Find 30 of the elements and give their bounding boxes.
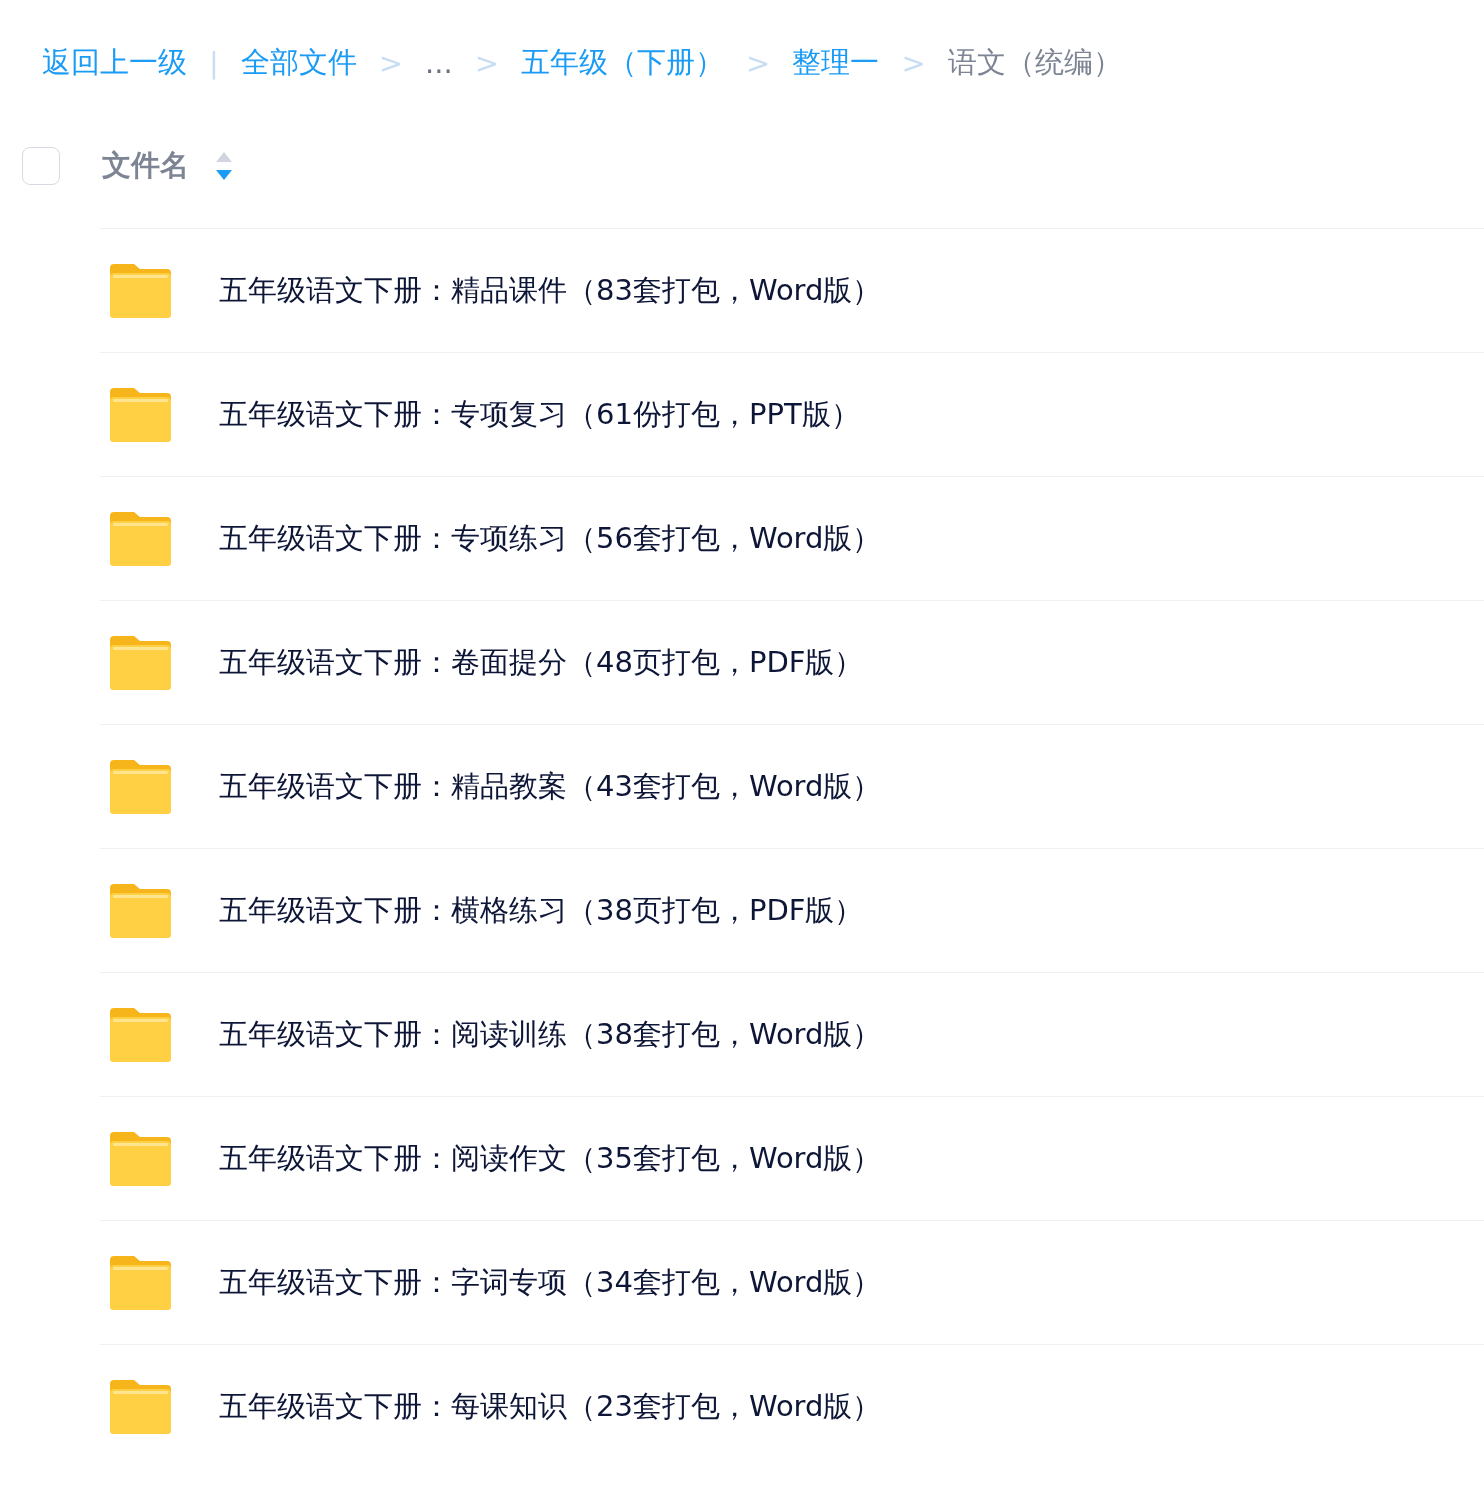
column-header[interactable]: 文件名: [102, 146, 189, 186]
breadcrumb-separator: >: [746, 46, 771, 80]
folder-name[interactable]: 五年级语文下册：横格练习（38页打包，PDF版）: [219, 890, 864, 931]
breadcrumb-divider: |: [209, 46, 219, 80]
folder-name[interactable]: 五年级语文下册：字词专项（34套打包，Word版）: [219, 1262, 882, 1303]
folder-icon: [110, 635, 171, 690]
folder-name[interactable]: 五年级语文下册：阅读训练（38套打包，Word版）: [219, 1014, 882, 1055]
sort-icon[interactable]: [215, 151, 233, 181]
folder-name[interactable]: 五年级语文下册：阅读作文（35套打包，Word版）: [219, 1138, 882, 1179]
folder-name[interactable]: 五年级语文下册：精品课件（83套打包，Word版）: [219, 270, 882, 311]
folder-icon: [110, 1131, 171, 1186]
folder-icon: [110, 1379, 171, 1434]
folder-icon: [110, 387, 171, 442]
folder-icon: [110, 263, 171, 318]
breadcrumb-link[interactable]: ...: [425, 46, 453, 80]
folder-icon: [110, 759, 171, 814]
folder-icon: [110, 1255, 171, 1310]
folder-name[interactable]: 五年级语文下册：专项复习（61份打包，PPT版）: [219, 394, 860, 435]
breadcrumb-separator: >: [378, 46, 404, 80]
folder-name[interactable]: 五年级语文下册：专项练习（56套打包，Word版）: [219, 518, 882, 559]
folder-name[interactable]: 五年级语文下册：精品教案（43套打包，Word版）: [219, 766, 882, 807]
select-all-checkbox[interactable]: [22, 147, 60, 185]
breadcrumb-separator: >: [901, 46, 926, 80]
folder-icon: [110, 883, 171, 938]
folder-icon: [110, 511, 171, 566]
folder-name[interactable]: 五年级语文下册：每课知识（23套打包，Word版）: [219, 1386, 882, 1427]
folder-name[interactable]: 五年级语文下册：卷面提分（48页打包，PDF版）: [219, 642, 864, 683]
current-folder-title: 语文（统编）: [947, 44, 1122, 81]
breadcrumb-separator: >: [474, 46, 500, 80]
folder-icon: [110, 1007, 171, 1062]
